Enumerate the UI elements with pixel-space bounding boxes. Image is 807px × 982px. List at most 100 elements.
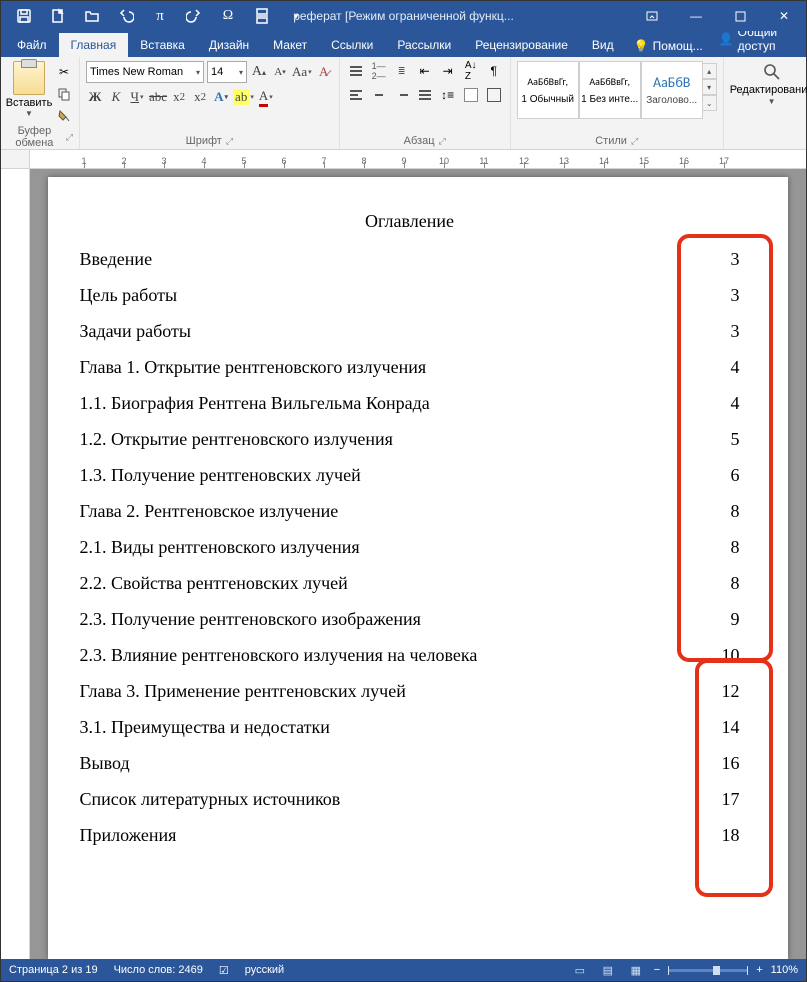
zoom-level[interactable]: 110%: [771, 964, 798, 976]
status-page[interactable]: Страница 2 из 19: [9, 964, 98, 976]
tab-mailings[interactable]: Рассылки: [385, 33, 463, 57]
status-words[interactable]: Число слов: 2469: [114, 964, 203, 976]
tab-view[interactable]: Вид: [580, 33, 626, 57]
copy-button[interactable]: [55, 85, 73, 103]
toc-row[interactable]: Приложения18: [80, 826, 740, 844]
underline-button[interactable]: Ч▾: [128, 87, 146, 107]
toc-row[interactable]: 2.2. Свойства рентгеновских лучей8: [80, 574, 740, 592]
toc-page: 17: [722, 790, 740, 808]
undo-button[interactable]: [109, 1, 143, 31]
toc-row[interactable]: 1.2. Открытие рентгеновского излучения5: [80, 430, 740, 448]
align-left-button[interactable]: [346, 85, 366, 105]
toc-row[interactable]: 2.3. Влияние рентгеновского излучения на…: [80, 646, 740, 664]
toc-row[interactable]: 2.1. Виды рентгеновского излучения8: [80, 538, 740, 556]
open-button[interactable]: [75, 1, 109, 31]
align-right-button[interactable]: [392, 85, 412, 105]
document-scroll[interactable]: Оглавление Введение3Цель работы3Задачи р…: [29, 169, 806, 959]
maximize-button[interactable]: [718, 1, 762, 31]
tab-home[interactable]: Главная: [59, 33, 129, 57]
toc-row[interactable]: 2.3. Получение рентгеновского изображени…: [80, 610, 740, 628]
toc-row[interactable]: 1.1. Биография Рентгена Вильгельма Конра…: [80, 394, 740, 412]
highlight-button[interactable]: ab▾: [233, 87, 254, 107]
ruler-horizontal[interactable]: 1234567891011121314151617: [1, 150, 806, 169]
shading-button[interactable]: [461, 85, 481, 105]
toc-row[interactable]: Глава 3. Применение рентгеновских лучей1…: [80, 682, 740, 700]
toc-row[interactable]: Задачи работы3: [80, 322, 740, 340]
increase-indent-button[interactable]: ⇥: [438, 61, 458, 81]
clear-format-button[interactable]: A̷: [315, 62, 333, 82]
change-case-button[interactable]: Aa▾: [292, 62, 312, 82]
borders-button[interactable]: [484, 85, 504, 105]
numbering-button[interactable]: 1—2—: [369, 61, 389, 81]
font-size-combo[interactable]: 14▾: [207, 61, 247, 83]
web-layout-button[interactable]: ▦: [626, 962, 646, 978]
ribbon-options-button[interactable]: [630, 1, 674, 31]
toc-row[interactable]: Список литературных источников17: [80, 790, 740, 808]
zoom-in-button[interactable]: +: [756, 964, 762, 976]
text-effects-button[interactable]: A▾: [212, 87, 230, 107]
tab-insert[interactable]: Вставка: [128, 33, 197, 57]
pilcrow-button[interactable]: ¶: [484, 61, 504, 81]
zoom-out-button[interactable]: −: [654, 964, 660, 976]
toc-row[interactable]: Вывод16: [80, 754, 740, 772]
grow-font-button[interactable]: A▴: [250, 62, 268, 82]
toc-row[interactable]: Введение3: [80, 250, 740, 268]
font-dialog-launcher[interactable]: ⤢: [226, 136, 233, 147]
toc-row[interactable]: Цель работы3: [80, 286, 740, 304]
strike-button[interactable]: abc: [149, 87, 167, 107]
zoom-slider[interactable]: [668, 969, 748, 972]
shrink-font-button[interactable]: A▾: [271, 62, 289, 82]
font-name-combo[interactable]: Times New Roman▾: [86, 61, 204, 83]
minimize-button[interactable]: —: [674, 1, 718, 31]
status-language[interactable]: русский: [245, 964, 284, 976]
toc-row[interactable]: Глава 2. Рентгеновское излучение8: [80, 502, 740, 520]
editing-button[interactable]: Редактирование ▼: [730, 59, 807, 106]
tab-layout[interactable]: Макет: [261, 33, 319, 57]
cut-button[interactable]: ✂: [55, 63, 73, 81]
bullets-button[interactable]: [346, 61, 366, 81]
styles-gallery-expand[interactable]: ▴▾⌄: [703, 61, 717, 111]
font-color-button[interactable]: A▾: [257, 87, 275, 107]
line-spacing-button[interactable]: ↕≡: [438, 85, 458, 105]
tab-file[interactable]: Файл: [5, 33, 59, 57]
redo-button[interactable]: [177, 1, 211, 31]
clipboard-dialog-launcher[interactable]: ⤢: [66, 132, 73, 143]
toc-row[interactable]: 1.3. Получение рентгеновских лучей6: [80, 466, 740, 484]
toc-row[interactable]: Глава 1. Открытие рентгеновского излучен…: [80, 358, 740, 376]
tell-me[interactable]: Помощ...: [653, 39, 703, 53]
italic-button[interactable]: К: [107, 87, 125, 107]
page-break-button[interactable]: [245, 1, 279, 31]
paragraph-dialog-launcher[interactable]: ⤢: [439, 136, 446, 147]
tab-references[interactable]: Ссылки: [319, 33, 385, 57]
align-center-button[interactable]: [369, 85, 389, 105]
toc-title: 1.3. Получение рентгеновских лучей: [80, 466, 361, 484]
paste-button[interactable]: Вставить ▼: [7, 61, 51, 118]
ruler-vertical[interactable]: [1, 169, 30, 959]
bold-button[interactable]: Ж: [86, 87, 104, 107]
tab-design[interactable]: Дизайн: [197, 33, 261, 57]
new-doc-button[interactable]: [41, 1, 75, 31]
style-no-spacing[interactable]: АаБбВвГг,1 Без инте...: [579, 61, 641, 119]
style-heading1[interactable]: АаБбВЗаголово...: [641, 61, 703, 119]
save-button[interactable]: [7, 1, 41, 31]
toc-row[interactable]: 3.1. Преимущества и недостатки14: [80, 718, 740, 736]
spellcheck-icon[interactable]: ☑: [219, 964, 229, 977]
format-painter-button[interactable]: [55, 107, 73, 125]
read-mode-button[interactable]: ▭: [570, 962, 590, 978]
toc-title: Цель работы: [80, 286, 178, 304]
superscript-button[interactable]: x2: [191, 87, 209, 107]
sort-button[interactable]: A↓Z: [461, 61, 481, 81]
document-page[interactable]: Оглавление Введение3Цель работы3Задачи р…: [48, 177, 788, 959]
styles-dialog-launcher[interactable]: ⤢: [631, 136, 638, 147]
decrease-indent-button[interactable]: ⇤: [415, 61, 435, 81]
justify-button[interactable]: [415, 85, 435, 105]
toc-title: Глава 3. Применение рентгеновских лучей: [80, 682, 406, 700]
close-button[interactable]: ✕: [762, 1, 806, 31]
tab-review[interactable]: Рецензирование: [463, 33, 580, 57]
subscript-button[interactable]: x2: [170, 87, 188, 107]
equation-button[interactable]: π: [143, 1, 177, 31]
style-normal[interactable]: АаБбВвГг,1 Обычный: [517, 61, 579, 119]
omega-button[interactable]: Ω: [211, 1, 245, 31]
multilevel-button[interactable]: ≣: [392, 61, 412, 81]
print-layout-button[interactable]: ▤: [598, 962, 618, 978]
